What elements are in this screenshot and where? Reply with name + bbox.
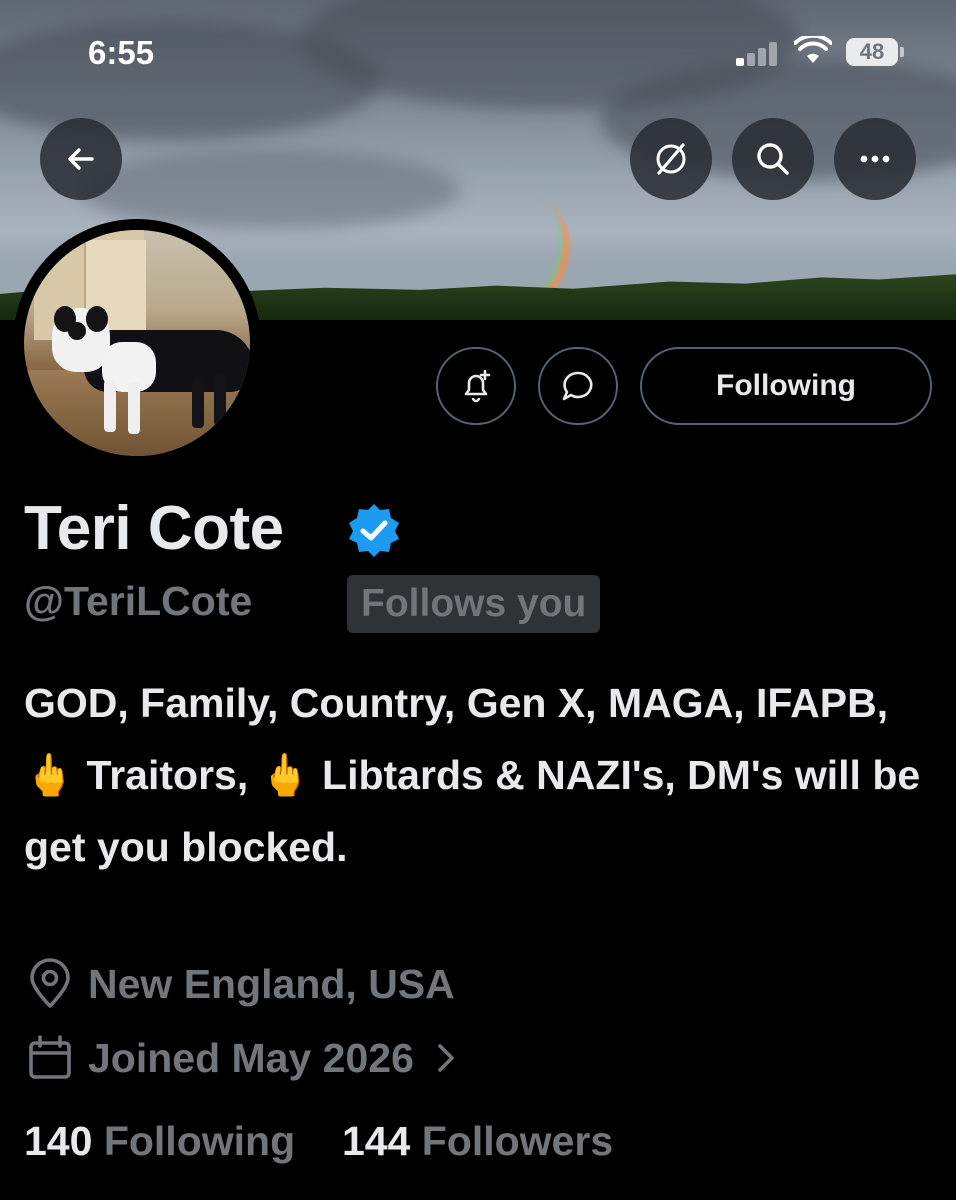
joined-row[interactable]: Joined May 2026: [24, 1032, 472, 1084]
wifi-icon: [794, 36, 832, 63]
more-horizontal-icon: [860, 155, 890, 163]
following-button[interactable]: Following: [640, 347, 932, 425]
search-button[interactable]: [732, 118, 814, 200]
grok-icon: [656, 143, 686, 175]
follow-stats: 140 Following 144 Followers: [24, 1118, 613, 1165]
followers-count: 144: [341, 1118, 411, 1164]
status-bar: 6:55 48: [0, 0, 956, 100]
notifications-button[interactable]: [436, 347, 516, 425]
chevron-right-icon: [438, 1044, 454, 1072]
arrow-left-icon: [68, 148, 94, 170]
verified-badge-icon: [349, 504, 399, 557]
location-text: New England, USA: [88, 960, 455, 1007]
message-bubble-icon: [562, 371, 593, 401]
battery-indicator: 48: [846, 38, 898, 66]
location-row: New England, USA: [24, 958, 455, 1010]
followers-label: Followers: [421, 1118, 614, 1164]
grok-button[interactable]: [630, 118, 712, 200]
profile-name: Teri Cote: [24, 494, 284, 563]
bell-plus-icon: [464, 369, 491, 403]
profile-bio: GOD, Family, Country, Gen X, MAGA, IFAPB…: [24, 680, 921, 870]
followers-stat[interactable]: 144 Followers: [342, 1118, 613, 1164]
joined-text: Joined May 2026: [88, 1034, 414, 1081]
follows-you-badge: Follows you: [347, 575, 601, 633]
cellular-signal-icon: [736, 42, 786, 66]
profile-avatar[interactable]: [24, 230, 250, 456]
message-button[interactable]: [538, 347, 618, 425]
calendar-icon: [29, 1035, 71, 1079]
more-button[interactable]: [834, 118, 916, 200]
following-label: Following: [103, 1118, 296, 1164]
status-time: 6:55: [88, 34, 155, 71]
profile-handle: @TeriLCote: [24, 578, 253, 624]
following-stat[interactable]: 140 Following: [24, 1118, 295, 1164]
following-count: 140: [24, 1118, 93, 1164]
search-icon: [757, 143, 789, 175]
location-pin-icon: [30, 958, 70, 1008]
back-button[interactable]: [40, 118, 122, 200]
